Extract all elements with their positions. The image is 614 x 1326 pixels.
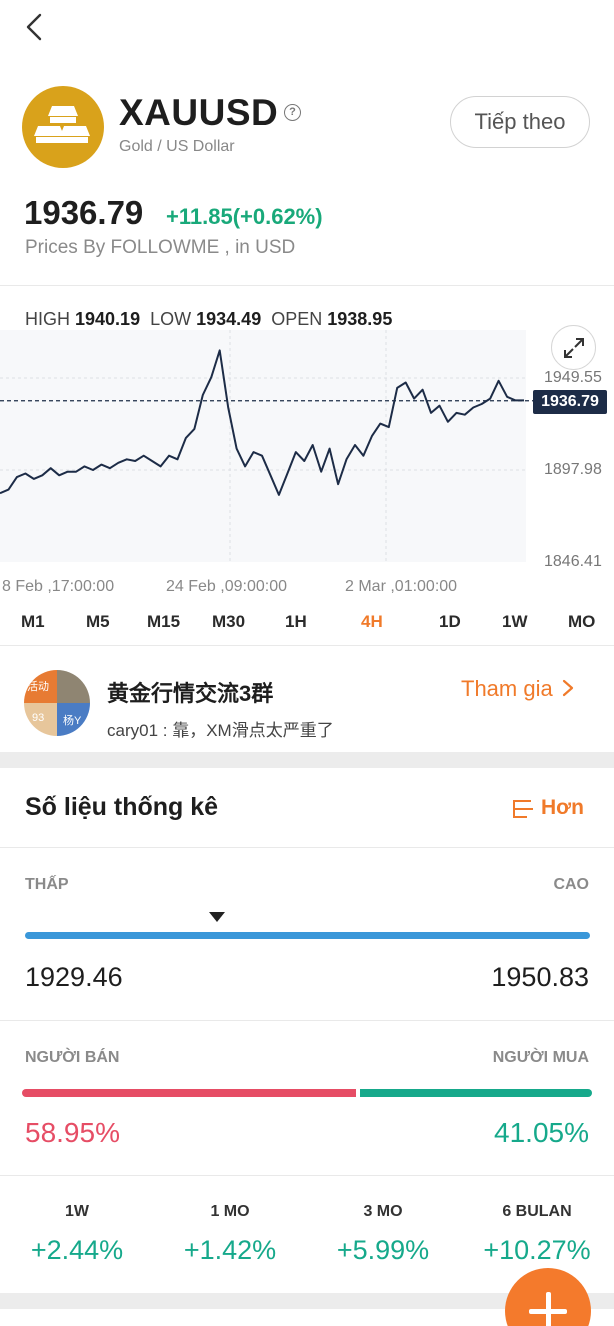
group-last-message: cary01 : 靠，XM滑点太严重了	[107, 721, 334, 740]
range-low-value: 1929.46	[25, 962, 123, 992]
add-button[interactable]	[505, 1268, 591, 1326]
performance-value: +10.27%	[483, 1235, 591, 1265]
follow-button[interactable]: Tiếp theo	[450, 96, 590, 148]
performance-period: 1W	[65, 1203, 89, 1220]
current-price: 1936.79	[24, 194, 144, 231]
timeframe-tab[interactable]: M15	[147, 612, 180, 632]
divider	[0, 285, 614, 286]
stats-title: Số liệu thống kê	[25, 793, 219, 821]
more-button[interactable]: Hơn	[511, 796, 584, 820]
price-change: +11.85(+0.62%)	[166, 204, 323, 229]
open-label: OPEN	[271, 309, 323, 329]
performance-value: +2.44%	[30, 1235, 124, 1265]
price-source: Prices By FOLLOWME , in USD	[25, 237, 296, 258]
avatar-tag: 活动	[27, 681, 49, 693]
timeframe-tab-active[interactable]: 4H	[361, 612, 383, 632]
y-tick-label: 1897.98	[544, 461, 602, 478]
instrument-name: Gold / US Dollar	[119, 138, 235, 155]
open-value: 1938.95	[327, 309, 393, 329]
seller-percent: 58.95%	[25, 1117, 120, 1148]
list-icon	[513, 800, 533, 818]
timeframe-tab[interactable]: MO	[568, 612, 595, 632]
seller-ratio-bar	[22, 1089, 356, 1097]
join-group-button[interactable]: Tham gia	[461, 676, 575, 702]
ohl-summary: HIGH 1940.19 LOW 1934.49 OPEN 1938.95	[25, 309, 392, 330]
timeframe-tab[interactable]: 1D	[439, 612, 461, 632]
gold-bars-icon	[22, 86, 104, 168]
low-range-label: THẤP	[25, 876, 69, 893]
more-label: Hơn	[541, 796, 584, 819]
timeframe-tab[interactable]: M5	[86, 612, 110, 632]
question-circle-icon[interactable]: ?	[284, 104, 301, 121]
x-tick-label: 24 Feb ,09:00:00	[166, 578, 287, 595]
instrument-header: XAUUSD ? Gold / US Dollar Tiếp theo	[22, 86, 592, 168]
chat-group-card[interactable]: 活动 93 杨Y 黄金行情交流3群 cary01 : 靠，XM滑点太严重了 Th…	[0, 646, 614, 752]
high-range-label: CAO	[553, 876, 589, 893]
group-avatar: 活动 93 杨Y	[24, 670, 90, 736]
divider	[0, 1175, 614, 1176]
performance-value: +5.99%	[336, 1235, 430, 1265]
price-chart[interactable]	[0, 330, 614, 602]
avatar-tag: 杨Y	[63, 715, 82, 727]
chevron-left-icon	[26, 13, 42, 41]
chart-background	[0, 330, 526, 562]
buyer-percent: 41.05%	[494, 1117, 589, 1148]
timeframe-tab[interactable]: M30	[212, 612, 245, 632]
x-tick-label: 2 Mar ,01:00:00	[345, 578, 458, 595]
performance-period: 6 BULAN	[502, 1203, 572, 1220]
divider	[0, 1020, 614, 1021]
low-label: LOW	[150, 309, 192, 329]
performance-period: 3 MO	[363, 1203, 403, 1220]
performance-value: +1.42%	[183, 1235, 277, 1265]
instrument-symbol: XAUUSD	[119, 92, 279, 133]
divider	[0, 847, 614, 848]
timeframe-tab[interactable]: 1W	[502, 612, 528, 632]
y-tick-label: 1949.55	[544, 369, 602, 386]
low-value: 1934.49	[196, 309, 262, 329]
group-name: 黄金行情交流3群	[107, 681, 274, 706]
join-label: Tham gia	[461, 676, 553, 701]
section-separator	[0, 752, 614, 768]
back-button[interactable]	[22, 12, 50, 42]
chevron-right-icon	[562, 679, 573, 697]
buyer-label: NGƯỜI MUA	[492, 1049, 589, 1066]
price-chart-svg[interactable]	[0, 330, 614, 602]
current-price-tag: 1936.79	[533, 390, 607, 414]
high-label: HIGH	[25, 309, 70, 329]
expand-icon	[564, 338, 584, 358]
timeframe-tab[interactable]: M1	[21, 612, 45, 632]
current-price-marker	[209, 912, 226, 922]
high-value: 1940.19	[75, 309, 141, 329]
seller-label: NGƯỜI BÁN	[25, 1049, 120, 1066]
y-tick-label: 1846.41	[544, 553, 602, 570]
timeframe-tab[interactable]: 1H	[285, 612, 307, 632]
performance-period: 1 MO	[210, 1203, 250, 1220]
expand-chart-button[interactable]	[551, 325, 596, 370]
buyer-ratio-bar	[360, 1089, 592, 1097]
x-tick-label: 8 Feb ,17:00:00	[2, 578, 115, 595]
range-high-value: 1950.83	[491, 962, 589, 992]
day-range-bar	[25, 932, 590, 939]
avatar-tag: 93	[32, 712, 45, 724]
